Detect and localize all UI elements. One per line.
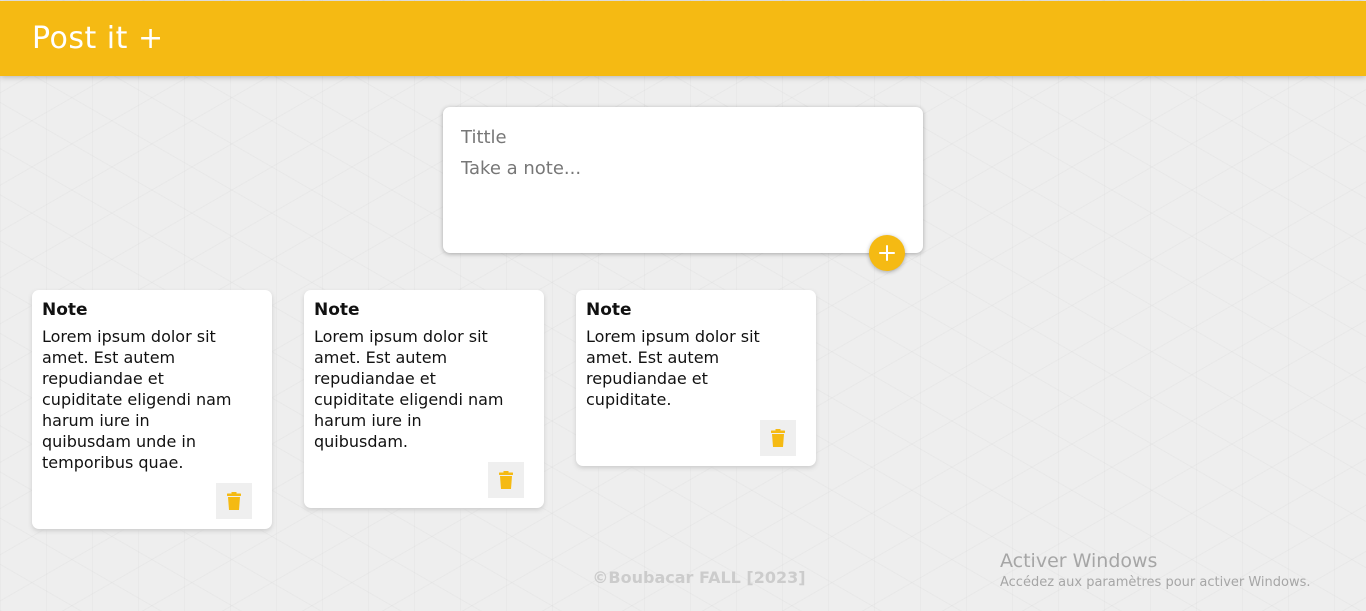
note-content: Lorem ipsum dolor sit amet. Est autem re… <box>42 327 232 472</box>
trash-icon <box>771 429 785 447</box>
delete-note-button[interactable] <box>216 483 252 519</box>
delete-note-button[interactable] <box>760 420 796 456</box>
note-title-input[interactable] <box>461 127 905 148</box>
app-header: Post it + <box>0 1 1366 76</box>
note-title: Note <box>314 300 360 320</box>
note-card: Note Lorem ipsum dolor sit amet. Est aut… <box>304 290 544 508</box>
windows-activation-watermark: Activer Windows Accédez aux paramètres p… <box>1000 550 1311 590</box>
note-title: Note <box>586 300 632 320</box>
note-card: Note Lorem ipsum dolor sit amet. Est aut… <box>32 290 272 529</box>
add-note-button[interactable] <box>869 235 905 271</box>
note-content: Lorem ipsum dolor sit amet. Est autem re… <box>314 327 504 451</box>
footer-copyright: ©Boubacar FALL [2023] <box>592 568 806 587</box>
note-title: Note <box>42 300 88 320</box>
create-note-form <box>443 107 923 253</box>
watermark-subtitle: Accédez aux paramètres pour activer Wind… <box>1000 575 1311 590</box>
trash-icon <box>227 492 241 510</box>
note-content: Lorem ipsum dolor sit amet. Est autem re… <box>586 327 760 409</box>
watermark-title: Activer Windows <box>1000 550 1158 572</box>
trash-icon <box>499 471 513 489</box>
delete-note-button[interactable] <box>488 462 524 498</box>
app-title: Post it + <box>32 21 164 56</box>
note-card: Note Lorem ipsum dolor sit amet. Est aut… <box>576 290 816 466</box>
plus-icon <box>879 245 895 261</box>
note-content-input[interactable] <box>461 158 905 228</box>
